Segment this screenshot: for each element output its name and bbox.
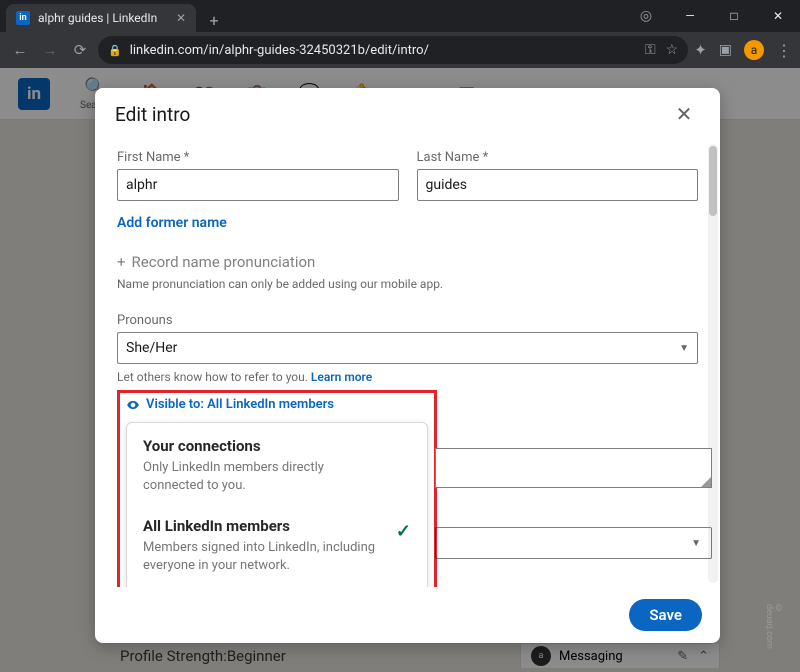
lock-icon: 🔒 xyxy=(108,44,122,57)
last-name-input[interactable] xyxy=(417,169,699,201)
visibility-highlight: Visible to: All LinkedIn members Your co… xyxy=(117,390,437,587)
maximize-button[interactable]: □ xyxy=(712,0,756,32)
visibility-option-connections[interactable]: Your connections Only LinkedIn members d… xyxy=(127,427,427,506)
chevron-down-icon: ▼ xyxy=(691,538,701,549)
tab-title: alphr guides | LinkedIn xyxy=(38,11,157,25)
save-button[interactable]: Save xyxy=(629,599,702,631)
url-box[interactable]: 🔒 linkedin.com/in/alphr-guides-32450321b… xyxy=(98,36,688,64)
visible-to-toggle[interactable]: Visible to: All LinkedIn members xyxy=(126,397,428,412)
first-name-input[interactable] xyxy=(117,169,399,201)
pronouns-select[interactable]: She/Her ▼ xyxy=(117,332,698,364)
check-icon: ✓ xyxy=(396,521,411,542)
extensions-icon[interactable]: ✦ xyxy=(694,41,707,59)
forward-button[interactable]: → xyxy=(38,38,62,62)
edit-intro-modal: Edit intro ✕ First Name * Last Name * Ad… xyxy=(95,88,720,643)
chevron-down-icon: ▼ xyxy=(679,343,689,354)
pronouns-value: She/Her xyxy=(126,340,177,356)
headline-textarea[interactable] xyxy=(435,448,712,488)
scrollbar-thumb[interactable] xyxy=(709,146,717,216)
close-window-button[interactable]: ✕ xyxy=(756,0,800,32)
visibility-option-all[interactable]: All LinkedIn members Members signed into… xyxy=(127,506,427,586)
watermark: © deuaq.com xyxy=(770,604,784,644)
back-button[interactable]: ← xyxy=(8,38,32,62)
window-controls: ◎ — □ ✕ xyxy=(624,0,800,32)
pronunciation-helper: Name pronunciation can only be added usi… xyxy=(117,277,698,291)
star-icon[interactable]: ☆ xyxy=(666,42,679,58)
modal-body: First Name * Last Name * Add former name… xyxy=(95,140,720,587)
record-pronunciation: + Record name pronunciation xyxy=(117,253,698,271)
incognito-icon: ◎ xyxy=(624,0,668,32)
profile-avatar[interactable]: a xyxy=(744,40,764,60)
pronouns-helper: Let others know how to refer to you. Lea… xyxy=(117,370,698,384)
resize-handle-icon[interactable] xyxy=(701,477,711,487)
browser-address-bar: ← → ⟳ 🔒 linkedin.com/in/alphr-guides-324… xyxy=(0,32,800,68)
learn-more-link[interactable]: Learn more xyxy=(311,370,372,384)
pronouns-label: Pronouns xyxy=(117,313,698,328)
modal-header: Edit intro ✕ xyxy=(95,88,720,140)
browser-menu-icon[interactable]: ⋮ xyxy=(776,41,792,60)
browser-titlebar: in alphr guides | LinkedIn ✕ + ◎ — □ ✕ xyxy=(0,0,800,32)
position-select[interactable]: ▼ xyxy=(435,527,712,559)
reload-button[interactable]: ⟳ xyxy=(68,38,92,62)
modal-footer: Save xyxy=(95,587,720,643)
modal-title: Edit intro xyxy=(115,103,190,126)
url-text: linkedin.com/in/alphr-guides-32450321b/e… xyxy=(130,43,429,58)
close-tab-icon[interactable]: ✕ xyxy=(176,11,186,25)
first-name-label: First Name * xyxy=(117,150,399,165)
eye-icon xyxy=(126,398,140,412)
cast-icon[interactable]: ▣ xyxy=(719,42,732,58)
browser-tab[interactable]: in alphr guides | LinkedIn ✕ xyxy=(6,4,196,32)
scrollbar[interactable] xyxy=(708,144,718,583)
plus-icon: + xyxy=(117,253,126,271)
minimize-button[interactable]: — xyxy=(668,0,712,32)
visibility-popover: Your connections Only LinkedIn members d… xyxy=(126,422,428,587)
linkedin-favicon: in xyxy=(16,11,30,25)
new-tab-button[interactable]: + xyxy=(202,8,226,32)
last-name-label: Last Name * xyxy=(417,150,699,165)
add-former-name-link[interactable]: Add former name xyxy=(117,215,227,231)
close-icon[interactable]: ✕ xyxy=(668,98,700,130)
key-icon[interactable]: ⚿ xyxy=(645,42,656,58)
